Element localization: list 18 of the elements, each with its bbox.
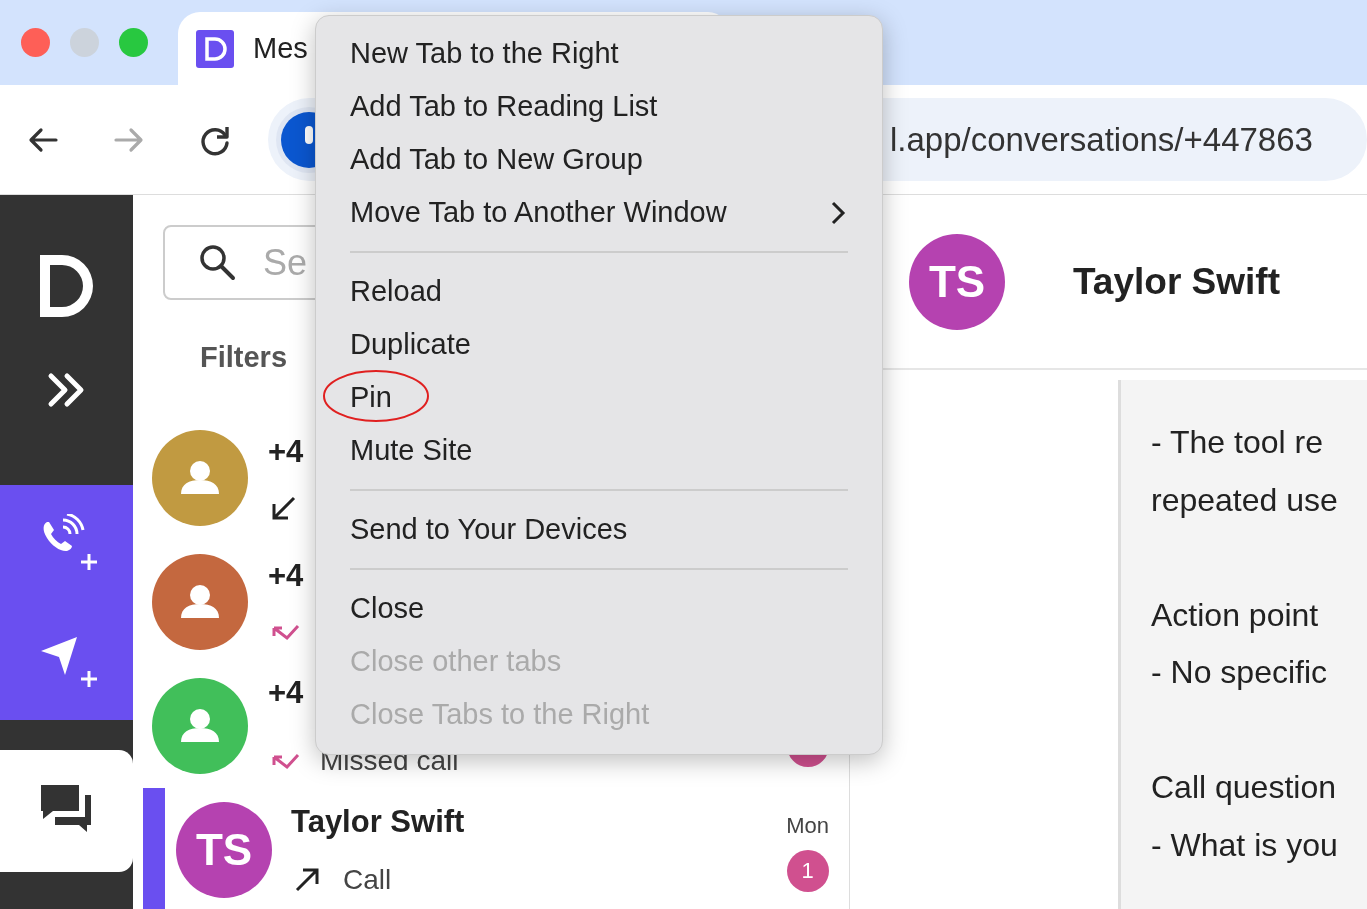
contact-name: Taylor Swift bbox=[291, 802, 465, 841]
unread-badge: 1 bbox=[786, 849, 829, 892]
contact-name: +4 bbox=[268, 432, 304, 471]
timestamp: Mon bbox=[786, 811, 829, 840]
menu-item: Close Tabs to the Right bbox=[350, 688, 848, 741]
call-preview: Call bbox=[343, 863, 392, 898]
contact-name: +4 bbox=[268, 673, 304, 712]
message-text: - What is you bbox=[1151, 825, 1339, 865]
contact-name: +4 bbox=[268, 556, 304, 595]
message-text: Call question bbox=[1151, 768, 1337, 807]
message-text: repeated use bbox=[1151, 480, 1339, 520]
menu-item: Close other tabs bbox=[350, 635, 848, 688]
avatar: TS bbox=[176, 802, 272, 898]
contact-name: Taylor Swift bbox=[1073, 259, 1280, 304]
message-text: - No specific bbox=[1151, 653, 1329, 692]
avatar: TS bbox=[909, 233, 1005, 330]
message-text: - The tool re bbox=[1151, 423, 1324, 462]
message-text: Action point bbox=[1151, 595, 1320, 635]
